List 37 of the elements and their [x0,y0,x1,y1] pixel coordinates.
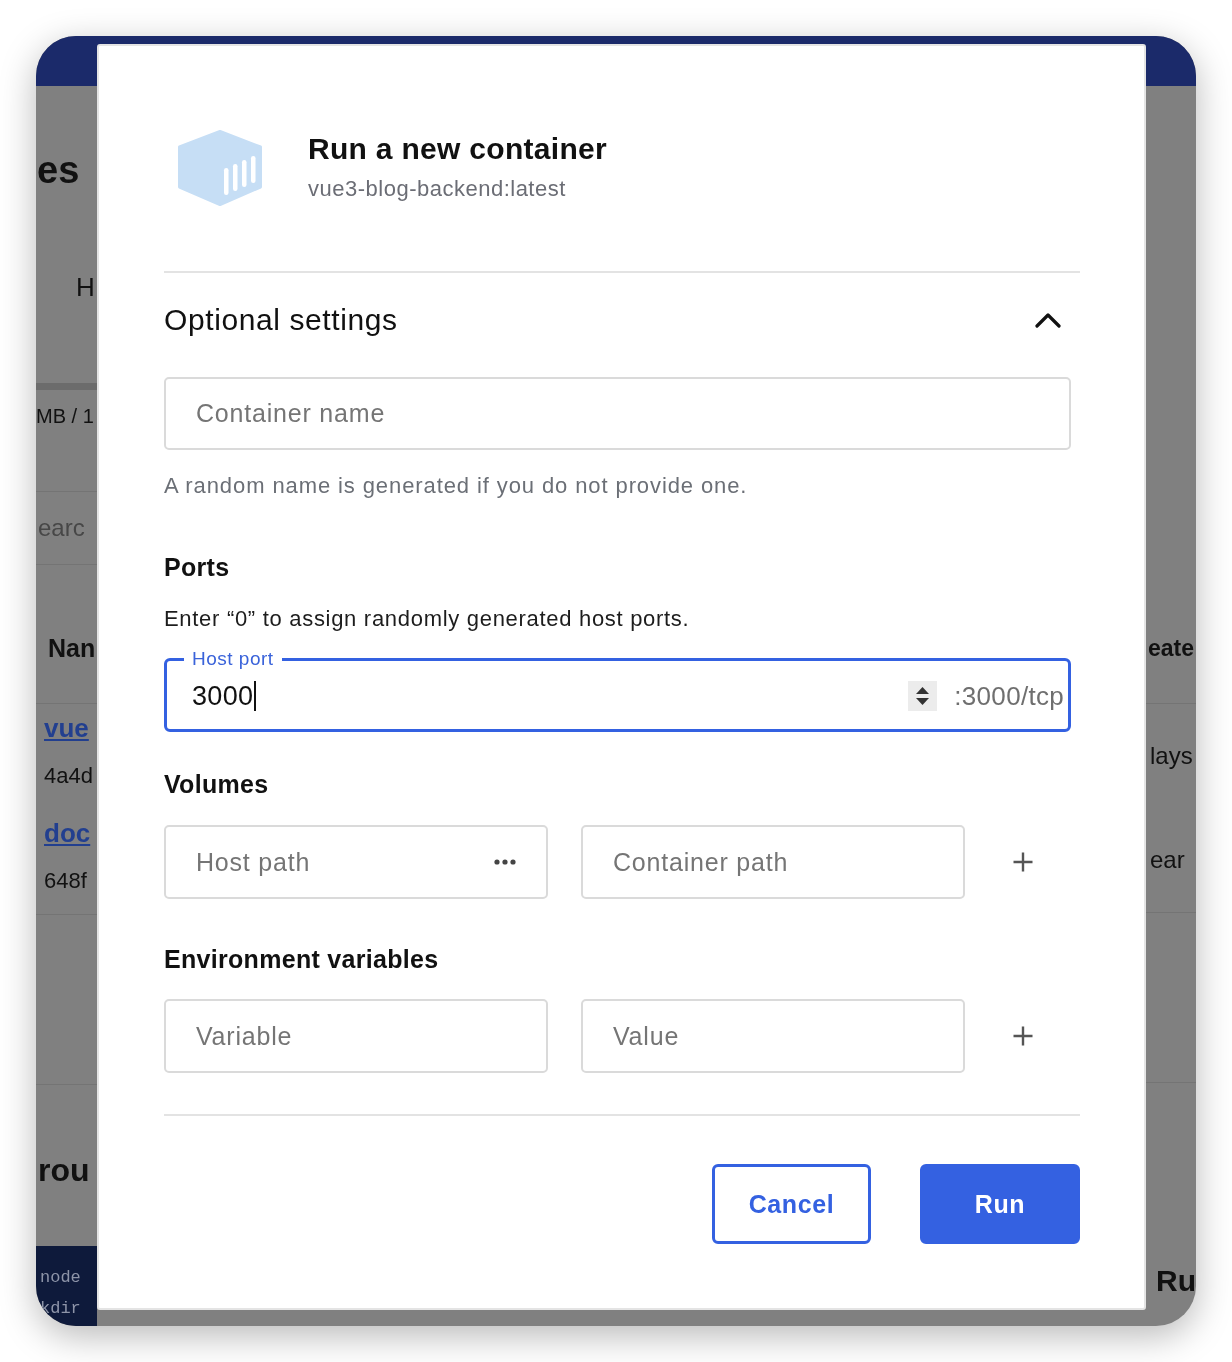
primary-button[interactable]: Run [920,1164,1080,1244]
heading-text: Ru [1155,1263,1196,1299]
id-text: 648f [43,867,88,895]
input-field[interactable]: Container name [164,377,1071,450]
container-box-icon [178,130,262,206]
hint-text: A random name is generated if you do not provide one. [164,472,749,500]
section-title: Optional settings [164,302,398,338]
section-heading: Environment variables [164,944,440,975]
code-line: kdir [39,1298,82,1320]
page-title: es [36,148,81,193]
section-title: rou [37,1151,91,1190]
table-cell-text: lays [1149,741,1194,771]
table-cell-text: ear [1149,845,1186,875]
input-field[interactable]: Value [581,999,965,1073]
section-heading: Volumes [164,769,270,800]
description-text: Enter “0” to assign randomly generated host ports. [164,605,691,633]
input-field[interactable]: Container path [581,825,965,899]
text-cursor-icon [254,681,257,711]
plus-icon[interactable] [1013,1026,1033,1046]
floating-label: Host port [191,648,275,670]
chevron-up-icon[interactable] [1035,312,1061,328]
link[interactable]: vue [36,704,97,752]
input-field[interactable]: Host path [164,825,548,899]
id-text: 4a4d [43,762,94,790]
tab-label[interactable]: H [36,254,97,320]
code-line: node [39,1267,82,1289]
input-field[interactable]: Variable [164,999,548,1073]
dialog-title: Run a new container [308,131,608,167]
separator-bar [36,383,97,390]
image-name: vue3-blog-backend:latest [308,175,567,203]
section-heading: Ports [164,552,231,583]
link[interactable]: doc [36,809,97,857]
stepper-icon[interactable] [908,681,938,711]
port-suffix: :3000/tcp [954,680,1064,712]
secondary-button[interactable]: Cancel [712,1164,871,1244]
more-icon[interactable] [494,859,516,865]
plus-icon[interactable] [1013,852,1033,872]
